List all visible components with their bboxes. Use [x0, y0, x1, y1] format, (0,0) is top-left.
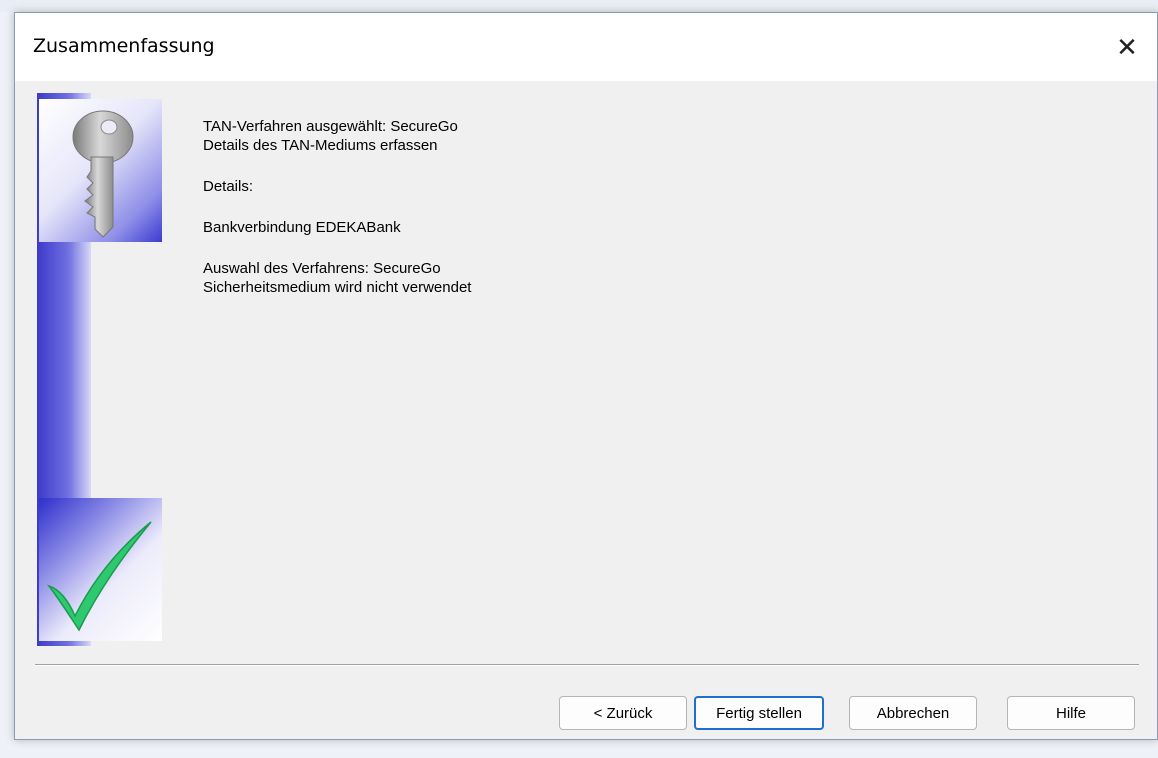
help-button[interactable]: Hilfe	[1007, 696, 1135, 730]
background-window-edge	[0, 12, 14, 758]
title-bar: Zusammenfassung ✕	[15, 13, 1157, 81]
finish-button[interactable]: Fertig stellen	[694, 696, 824, 730]
check-tile	[39, 498, 162, 641]
key-icon	[72, 110, 134, 238]
background-window-bottom	[0, 740, 1158, 758]
checkmark-icon	[46, 521, 152, 632]
summary-dialog: Zusammenfassung ✕ TAN-Verfahren ausgewäh…	[14, 12, 1158, 740]
summary-line-security-medium: Sicherheitsmedium wird nicht verwendet	[203, 279, 472, 296]
cancel-button[interactable]: Abbrechen	[849, 696, 977, 730]
summary-line-tan-medium: Details des TAN-Mediums erfassen	[203, 137, 438, 154]
summary-text: TAN-Verfahren ausgewählt: SecureGo Detai…	[203, 117, 471, 297]
back-button[interactable]: < Zurück	[559, 696, 687, 730]
background-window-strip	[0, 0, 1158, 12]
close-icon: ✕	[1116, 31, 1138, 62]
summary-line-method-selection: Auswahl des Verfahrens: SecureGo	[203, 260, 441, 277]
dialog-title: Zusammenfassung	[33, 35, 215, 57]
key-tile	[39, 99, 162, 242]
button-separator	[35, 664, 1139, 666]
summary-line-details-label: Details:	[203, 178, 254, 195]
close-button[interactable]: ✕	[1097, 13, 1157, 81]
summary-line-bank: Bankverbindung EDEKABank	[203, 219, 401, 236]
summary-line-tan-method: TAN-Verfahren ausgewählt: SecureGo	[203, 118, 458, 135]
